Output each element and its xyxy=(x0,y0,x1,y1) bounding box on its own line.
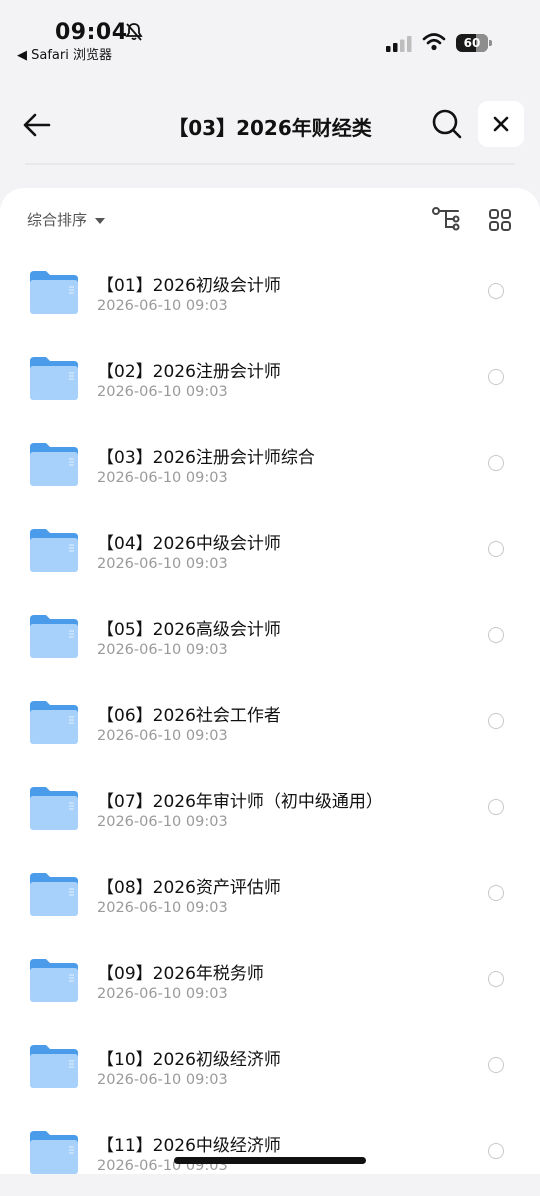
folder-icon xyxy=(30,959,78,1002)
battery-level: 60 xyxy=(463,36,481,50)
item-name: 【01】2026初级会计师 xyxy=(97,276,281,296)
folder-icon xyxy=(30,271,78,314)
close-button[interactable] xyxy=(478,101,524,147)
list-item[interactable]: 【06】2026社会工作者 2026-06-10 09:03 xyxy=(0,680,540,766)
list-item[interactable]: 【02】2026注册会计师 2026-06-10 09:03 xyxy=(0,336,540,422)
item-name: 【10】2026初级经济师 xyxy=(97,1050,281,1070)
item-name: 【07】2026年审计师（初中级通用） xyxy=(97,792,383,812)
list-item[interactable]: 【08】2026资产评估师 2026-06-10 09:03 xyxy=(0,852,540,938)
list-item[interactable]: 【10】2026初级经济师 2026-06-10 09:03 xyxy=(0,1024,540,1110)
folder-icon xyxy=(30,787,78,830)
sort-label: 综合排序 xyxy=(27,211,88,229)
item-date: 2026-06-10 09:03 xyxy=(97,728,228,744)
select-radio[interactable] xyxy=(488,627,504,643)
folder-icon xyxy=(30,1131,78,1174)
select-radio[interactable] xyxy=(488,799,504,815)
item-date: 2026-06-10 09:03 xyxy=(97,642,228,658)
cellular-signal-icon xyxy=(386,36,412,52)
folder-icon xyxy=(30,701,78,744)
item-name: 【08】2026资产评估师 xyxy=(97,878,281,898)
item-name: 【11】2026中级经济师 xyxy=(97,1136,281,1156)
item-name: 【05】2026高级会计师 xyxy=(97,620,281,640)
item-date: 2026-06-10 09:03 xyxy=(97,298,228,314)
item-date: 2026-06-10 09:03 xyxy=(97,470,228,486)
header-divider xyxy=(25,163,515,165)
item-name: 【03】2026注册会计师综合 xyxy=(97,448,315,468)
close-icon xyxy=(493,116,509,132)
folder-icon xyxy=(30,1045,78,1088)
folder-icon xyxy=(30,529,78,572)
item-date: 2026-06-10 09:03 xyxy=(97,986,228,1002)
home-indicator[interactable] xyxy=(174,1157,366,1164)
folder-icon xyxy=(30,357,78,400)
wifi-icon xyxy=(422,33,446,51)
status-bar: 09:04 ◀ Safari 浏览器 60 xyxy=(0,0,540,70)
folder-icon xyxy=(30,615,78,658)
select-radio[interactable] xyxy=(488,713,504,729)
list-item[interactable]: 【07】2026年审计师（初中级通用） 2026-06-10 09:03 xyxy=(0,766,540,852)
select-radio[interactable] xyxy=(488,369,504,385)
file-list-panel: 综合排序 【01】2026初级会计师 2026-06-10 09:03 【02】20… xyxy=(0,188,540,1174)
select-radio[interactable] xyxy=(488,885,504,901)
battery-icon: 60 xyxy=(456,34,492,52)
item-name: 【04】2026中级会计师 xyxy=(97,534,281,554)
search-icon[interactable] xyxy=(430,107,464,141)
list-item[interactable]: 【01】2026初级会计师 2026-06-10 09:03 xyxy=(0,250,540,336)
item-name: 【02】2026注册会计师 xyxy=(97,362,281,382)
item-date: 2026-06-10 09:03 xyxy=(97,814,228,830)
item-name: 【09】2026年税务师 xyxy=(97,964,264,984)
select-radio[interactable] xyxy=(488,455,504,471)
item-date: 2026-06-10 09:03 xyxy=(97,1072,228,1088)
select-radio[interactable] xyxy=(488,283,504,299)
list-item[interactable]: 【09】2026年税务师 2026-06-10 09:03 xyxy=(0,938,540,1024)
folder-icon xyxy=(30,873,78,916)
list-item[interactable]: 【04】2026中级会计师 2026-06-10 09:03 xyxy=(0,508,540,594)
select-radio[interactable] xyxy=(488,1143,504,1159)
bell-muted-icon xyxy=(125,23,143,41)
item-date: 2026-06-10 09:03 xyxy=(97,384,228,400)
grid-view-icon[interactable] xyxy=(488,208,512,232)
item-date: 2026-06-10 09:03 xyxy=(97,556,228,572)
caret-down-icon xyxy=(95,217,106,224)
nav-header: 【03】2026年财经类 xyxy=(0,90,540,160)
list-item[interactable]: 【11】2026中级经济师 2026-06-10 09:03 xyxy=(0,1110,540,1196)
sort-dropdown[interactable]: 综合排序 xyxy=(27,209,106,230)
item-date: 2026-06-10 09:03 xyxy=(97,900,228,916)
status-time: 09:04 xyxy=(55,20,128,45)
select-radio[interactable] xyxy=(488,541,504,557)
select-radio[interactable] xyxy=(488,971,504,987)
item-name: 【06】2026社会工作者 xyxy=(97,706,281,726)
back-to-safari-link[interactable]: ◀ Safari 浏览器 xyxy=(17,44,112,63)
list-item[interactable]: 【03】2026注册会计师综合 2026-06-10 09:03 xyxy=(0,422,540,508)
list-item[interactable]: 【05】2026高级会计师 2026-06-10 09:03 xyxy=(0,594,540,680)
tree-view-icon[interactable] xyxy=(432,207,460,231)
folder-icon xyxy=(30,443,78,486)
list-toolbar: 综合排序 xyxy=(0,188,540,250)
select-radio[interactable] xyxy=(488,1057,504,1073)
